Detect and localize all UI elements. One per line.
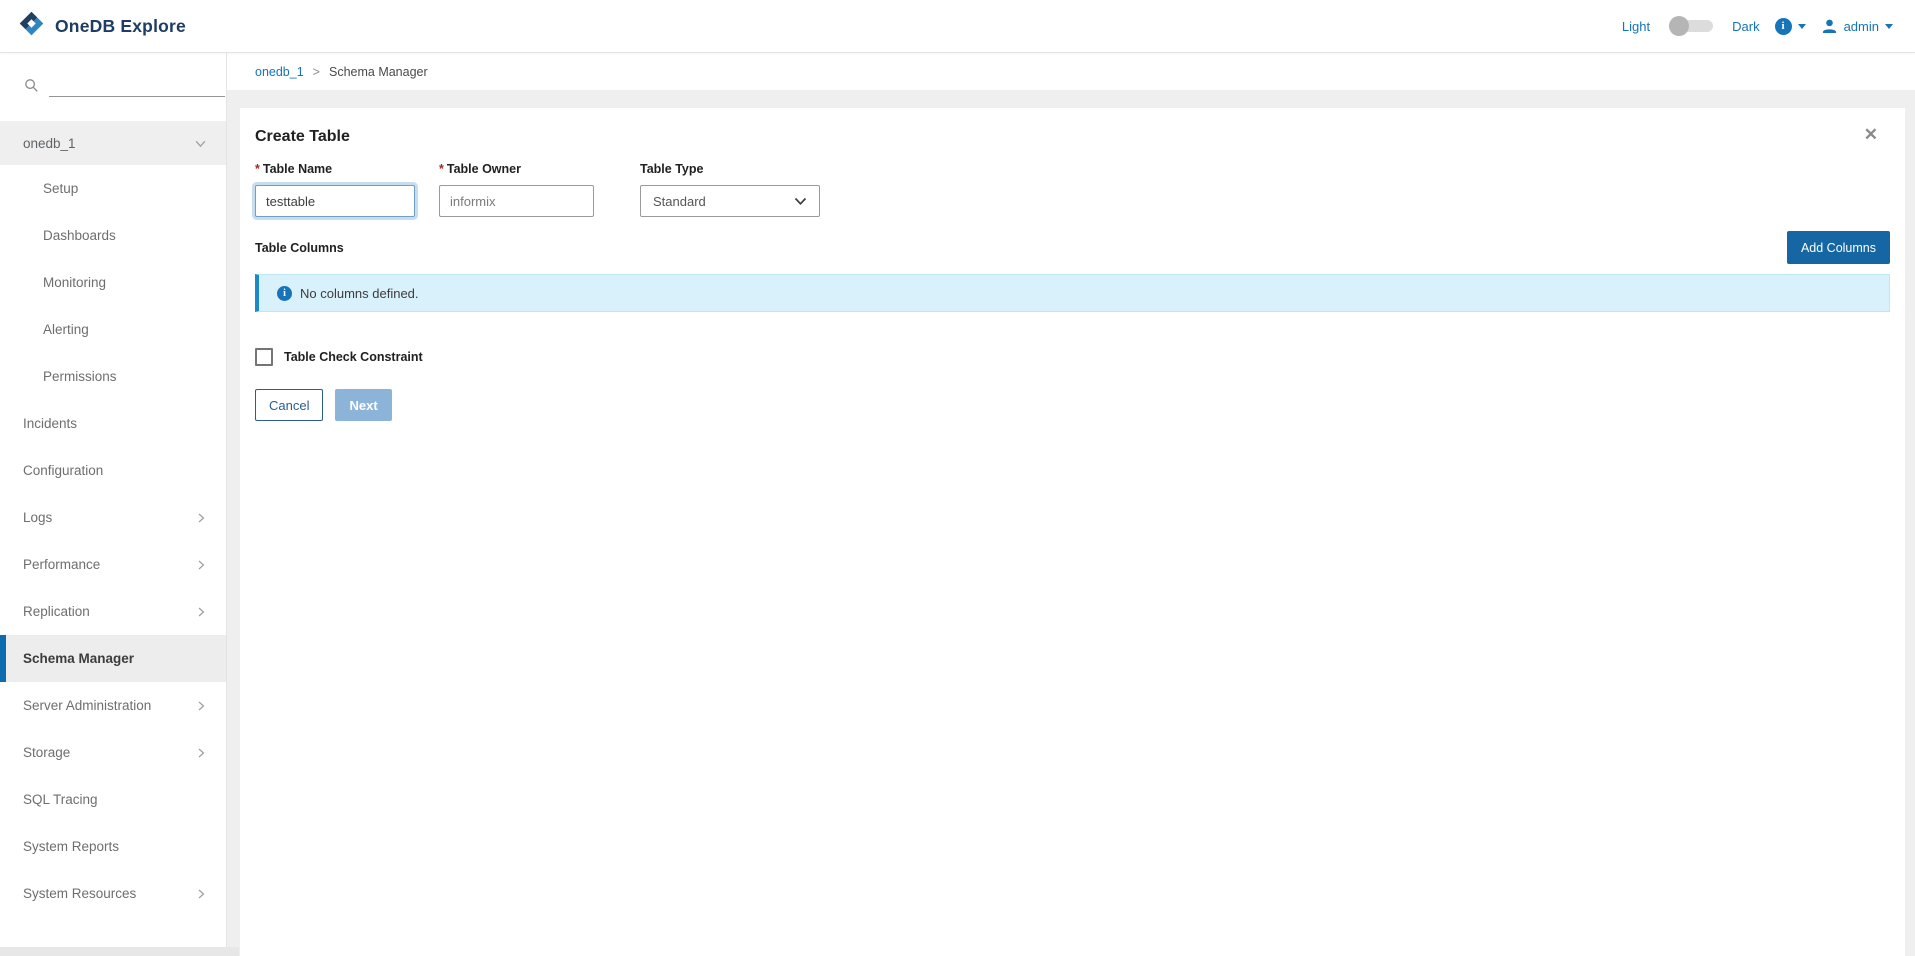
sidebar-item-schema-manager[interactable]: Schema Manager <box>0 635 226 682</box>
nav-label: Schema Manager <box>23 651 135 666</box>
chevron-down-icon <box>794 197 807 206</box>
breadcrumb-database-link[interactable]: onedb_1 <box>255 65 304 79</box>
chevron-right-icon <box>195 747 207 759</box>
user-menu[interactable]: admin <box>1821 18 1893 35</box>
sidebar-item-system-reports[interactable]: System Reports <box>0 823 226 870</box>
nav-label: Monitoring <box>43 275 107 290</box>
sidebar-item-setup[interactable]: Setup <box>0 165 226 212</box>
chevron-right-icon <box>195 606 207 618</box>
sidebar-item-logs[interactable]: Logs <box>0 494 226 541</box>
main-content: onedb_1 > Schema Manager Create Table ✕ … <box>227 53 1915 956</box>
sidebar-item-system-resources[interactable]: System Resources <box>0 870 226 917</box>
nav-label: Performance <box>23 557 101 572</box>
table-type-label: Table Type <box>640 162 704 176</box>
nav-label: Incidents <box>23 416 78 431</box>
sidebar: onedb_1 Setup Dashboards Monitoring Aler… <box>0 53 227 956</box>
sidebar-item-sql-tracing[interactable]: SQL Tracing <box>0 776 226 823</box>
table-type-selected-value: Standard <box>653 193 706 209</box>
cancel-button[interactable]: Cancel <box>255 389 324 421</box>
table-owner-label: * Table Owner <box>439 162 521 176</box>
chevron-right-icon <box>195 559 207 571</box>
table-name-label: * Table Name <box>255 162 333 176</box>
create-table-panel: Create Table ✕ *Table Name *Table Owner … <box>240 108 1905 956</box>
sidebar-item-storage[interactable]: Storage <box>0 729 226 776</box>
chevron-down-icon <box>1797 23 1806 29</box>
nav-label: System Resources <box>23 886 137 901</box>
nav-label: Server Administration <box>23 698 152 713</box>
breadcrumb-separator: > <box>312 64 320 79</box>
nav-label: Logs <box>23 510 53 525</box>
table-name-input[interactable] <box>255 185 415 217</box>
search-input[interactable] <box>49 73 225 97</box>
search-icon <box>24 78 39 97</box>
sidebar-item-server-administration[interactable]: Server Administration <box>0 682 226 729</box>
required-marker: * <box>439 162 444 176</box>
sidebar-item-configuration[interactable]: Configuration <box>0 447 226 494</box>
table-owner-field-group: * Table Owner <box>439 162 594 217</box>
table-columns-header-row: Table Columns Add Columns <box>255 231 1890 264</box>
table-check-constraint-label: Table Check Constraint <box>284 350 423 364</box>
nav-label: SQL Tracing <box>23 792 98 807</box>
info-icon: i <box>277 285 292 301</box>
theme-toggle[interactable] <box>1669 16 1714 36</box>
theme-dark-label: Dark <box>1732 18 1760 34</box>
onedb-logo-icon <box>18 10 45 42</box>
sidebar-item-monitoring[interactable]: Monitoring <box>0 259 226 306</box>
nav-label: Permissions <box>43 369 117 384</box>
sidebar-item-incidents[interactable]: Incidents <box>0 400 226 447</box>
table-owner-input[interactable] <box>439 185 594 217</box>
check-constraint-row: Table Check Constraint <box>255 348 1890 366</box>
required-marker: * <box>255 162 260 176</box>
alert-message: No columns defined. <box>300 285 419 301</box>
chevron-down-icon <box>1885 23 1893 29</box>
top-header: OneDB Explore Light Dark i admin <box>0 0 1915 53</box>
app-logo: OneDB Explore <box>18 10 186 42</box>
nav-label: Alerting <box>43 322 89 337</box>
nav-label: Dashboards <box>43 228 116 243</box>
sidebar-search <box>0 53 226 97</box>
nav-label: Storage <box>23 745 71 760</box>
nav-label: Configuration <box>23 463 104 478</box>
sidebar-item-replication[interactable]: Replication <box>0 588 226 635</box>
table-type-select[interactable]: Standard <box>640 185 820 217</box>
table-check-constraint-checkbox[interactable] <box>255 348 273 366</box>
table-fields-row: *Table Name *Table Owner Table Type Stan… <box>255 162 1890 217</box>
theme-light-label: Light <box>1621 18 1651 34</box>
breadcrumb-current-page: Schema Manager <box>328 64 428 79</box>
next-button[interactable]: Next <box>335 389 392 421</box>
add-columns-button[interactable]: Add Columns <box>1786 231 1890 264</box>
user-icon <box>1821 18 1838 35</box>
sidebar-item-database[interactable]: onedb_1 <box>0 121 226 165</box>
user-label: admin <box>1843 18 1879 34</box>
chevron-right-icon <box>195 700 207 712</box>
nav-label: Setup <box>43 181 79 196</box>
sidebar-item-performance[interactable]: Performance <box>0 541 226 588</box>
table-name-field-group: * Table Name <box>255 162 415 217</box>
theme-toggle-knob[interactable] <box>1669 16 1690 36</box>
chevron-down-icon <box>194 137 207 150</box>
sidebar-horizontal-scrollbar[interactable] <box>0 947 239 956</box>
info-icon[interactable]: i <box>1774 17 1792 35</box>
help-menu[interactable]: i <box>1774 17 1806 35</box>
nav-label: System Reports <box>23 839 120 854</box>
sidebar-item-permissions[interactable]: Permissions <box>0 353 226 400</box>
chevron-right-icon <box>195 888 207 900</box>
table-columns-section-label: Table Columns <box>255 240 344 255</box>
app-title: OneDB Explore <box>55 15 186 36</box>
nav-label: Replication <box>23 604 90 619</box>
sidebar-item-alerting[interactable]: Alerting <box>0 306 226 353</box>
close-icon[interactable]: ✕ <box>1864 122 1878 143</box>
no-columns-alert: i No columns defined. <box>255 274 1890 312</box>
database-label: onedb_1 <box>23 135 76 151</box>
table-type-field-group: Table Type Standard <box>640 162 820 217</box>
panel-title: Create Table <box>255 128 350 145</box>
header-controls: Light Dark i admin <box>1621 16 1893 36</box>
breadcrumb: onedb_1 > Schema Manager <box>227 53 1915 90</box>
chevron-right-icon <box>195 512 207 524</box>
sidebar-item-dashboards[interactable]: Dashboards <box>0 212 226 259</box>
form-actions: Cancel Next <box>255 389 1890 421</box>
